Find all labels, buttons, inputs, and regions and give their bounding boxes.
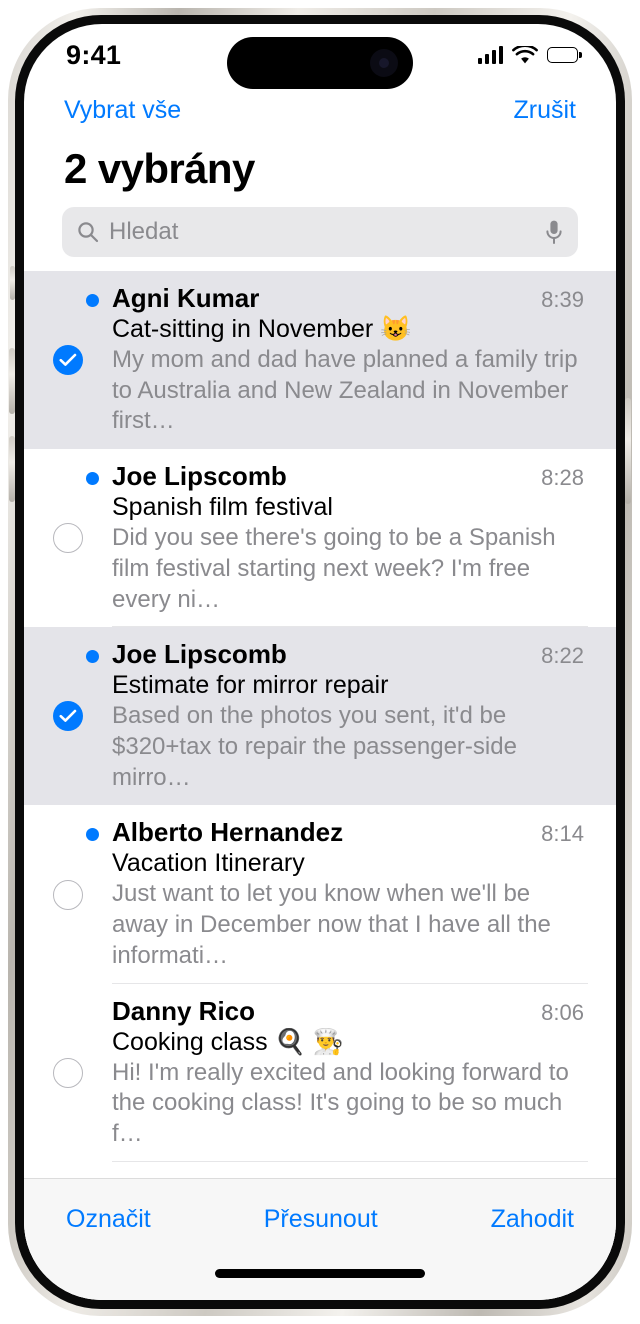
- mail-subject: Cat-sitting in November 😺: [112, 315, 412, 343]
- search-input[interactable]: Hledat: [109, 218, 535, 246]
- select-all-button[interactable]: Vybrat vše: [64, 96, 181, 125]
- mail-row[interactable]: Alberto Hernandez 8:14 Vacation Itinerar…: [24, 805, 616, 984]
- status-bar: 9:41: [24, 24, 616, 89]
- mail-sender: Alberto Hernandez: [112, 817, 344, 848]
- mail-time: 8:14: [541, 821, 584, 847]
- select-checkbox[interactable]: [24, 345, 112, 376]
- battery-full-icon: [547, 47, 578, 63]
- trash-button[interactable]: Zahodit: [491, 1205, 574, 1234]
- search-container: Hledat: [24, 203, 616, 271]
- cancel-button[interactable]: Zrušit: [514, 96, 577, 125]
- mail-content: Alberto Hernandez 8:14 Vacation Itinerar…: [86, 817, 588, 971]
- home-indicator[interactable]: [215, 1269, 425, 1278]
- mail-content: Danny Rico 8:06 Cooking class 🍳 👨‍🍳 Hi! …: [112, 996, 588, 1150]
- empty-circle-icon[interactable]: [53, 1057, 83, 1088]
- unread-dot-icon: [86, 828, 99, 842]
- mail-content: Joe Lipscomb 8:22 Estimate for mirror re…: [86, 639, 588, 793]
- front-camera-icon: [370, 49, 398, 77]
- mail-preview: Based on the photos you sent, it'd be $3…: [112, 702, 517, 791]
- phone-screen: 9:41 Vybrat vše Zrušit 2 vybrány Hledat …: [24, 24, 616, 1300]
- mail-subject: Vacation Itinerary: [112, 849, 305, 878]
- volume-up-button[interactable]: [9, 348, 15, 414]
- mail-content: Agni Kumar 8:39 Cat-sitting in November …: [86, 283, 588, 437]
- mail-list: Agni Kumar 8:39 Cat-sitting in November …: [24, 271, 616, 1300]
- mail-row[interactable]: Joe Lipscomb 8:28 Spanish film festival …: [24, 449, 616, 628]
- mail-header-line: Alberto Hernandez 8:14: [86, 817, 584, 848]
- mail-header-line: Joe Lipscomb 8:28: [86, 461, 584, 492]
- select-checkbox[interactable]: [24, 879, 112, 910]
- mail-preview: Did you see there's going to be a Spanis…: [112, 524, 556, 613]
- mail-time: 8:28: [541, 465, 584, 491]
- mail-row[interactable]: Joe Lipscomb 8:22 Estimate for mirror re…: [24, 627, 616, 806]
- move-button[interactable]: Přesunout: [264, 1205, 378, 1234]
- mail-header-line: Agni Kumar 8:39: [86, 283, 584, 314]
- mail-preview: My mom and dad have planned a family tri…: [112, 346, 578, 435]
- empty-circle-icon[interactable]: [53, 879, 83, 910]
- navigation-bar: Vybrat vše Zrušit: [24, 86, 616, 131]
- unread-dot-icon: [86, 650, 99, 664]
- device-bezel: 9:41 Vybrat vše Zrušit 2 vybrány Hledat …: [15, 15, 625, 1309]
- checkmark-circle-icon[interactable]: [53, 345, 83, 376]
- select-checkbox[interactable]: [24, 701, 112, 732]
- mail-header-line: Joe Lipscomb 8:22: [86, 639, 584, 670]
- search-bar[interactable]: Hledat: [62, 207, 578, 257]
- mail-row[interactable]: Danny Rico 8:06 Cooking class 🍳 👨‍🍳 Hi! …: [24, 984, 616, 1162]
- mail-row[interactable]: Agni Kumar 8:39 Cat-sitting in November …: [24, 271, 616, 450]
- mail-time: 8:39: [541, 287, 584, 312]
- mail-preview: Just want to let you know when we'll be …: [112, 880, 551, 969]
- volume-down-button[interactable]: [9, 436, 15, 502]
- dynamic-island[interactable]: [227, 37, 413, 89]
- mail-header-line: Danny Rico 8:06: [112, 996, 584, 1027]
- device-frame: 9:41 Vybrat vše Zrušit 2 vybrány Hledat …: [8, 8, 632, 1316]
- unread-dot-icon: [86, 294, 99, 307]
- unread-dot-icon: [86, 472, 99, 486]
- mail-subject: Spanish film festival: [112, 493, 333, 522]
- mail-subject: Cooking class 🍳 👨‍🍳: [112, 1027, 344, 1056]
- status-indicators: [477, 45, 578, 65]
- empty-circle-icon[interactable]: [53, 523, 83, 554]
- mail-preview: Hi! I'm really excited and looking forwa…: [112, 1058, 569, 1148]
- mail-time: 8:22: [541, 643, 584, 669]
- page-title: 2 vybrány: [64, 145, 255, 192]
- mail-content: Joe Lipscomb 8:28 Spanish film festival …: [86, 461, 588, 615]
- select-checkbox[interactable]: [24, 1057, 112, 1088]
- mail-sender: Danny Rico: [112, 995, 256, 1026]
- mail-sender: Agni Kumar: [112, 283, 260, 313]
- search-icon: [76, 220, 100, 244]
- mail-sender: Joe Lipscomb: [112, 639, 287, 670]
- status-time: 9:41: [66, 39, 122, 70]
- checkmark-circle-icon[interactable]: [53, 701, 83, 732]
- mail-subject: Estimate for mirror repair: [112, 671, 389, 700]
- wifi-icon: [512, 45, 538, 65]
- mark-button[interactable]: Označit: [66, 1205, 151, 1234]
- bottom-toolbar: Označit Přesunout Zahodit: [24, 1178, 616, 1300]
- mail-time: 8:06: [541, 999, 584, 1025]
- select-checkbox[interactable]: [24, 523, 112, 554]
- mail-sender: Joe Lipscomb: [112, 461, 287, 492]
- cellular-signal-icon: [477, 46, 503, 64]
- silent-switch[interactable]: [10, 266, 15, 300]
- microphone-icon[interactable]: [544, 219, 564, 245]
- power-button[interactable]: [625, 398, 631, 504]
